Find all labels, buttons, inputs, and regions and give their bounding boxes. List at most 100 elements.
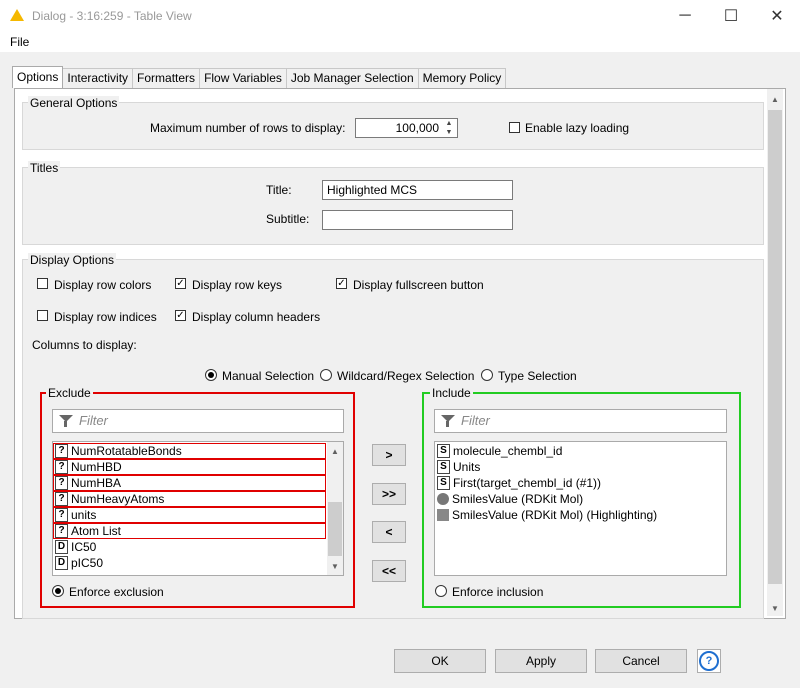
include-item-label: Units	[453, 460, 481, 474]
unknown-type-icon: ?	[55, 492, 68, 506]
ok-button[interactable]: OK	[394, 649, 486, 673]
include-title: Include	[430, 386, 473, 400]
exclude-item-label: NumHeavyAtoms	[71, 492, 165, 506]
tab-memory-policy[interactable]: Memory Policy	[417, 68, 507, 88]
exclude-filter-input[interactable]: Filter	[52, 409, 344, 433]
minimize-button[interactable]: ─	[662, 0, 708, 32]
max-rows-label: Maximum number of rows to display:	[150, 121, 346, 135]
unknown-type-icon: ?	[55, 444, 68, 458]
exclude-list-items: ? NumRotatableBonds ? NumHBD ? NumHBA ? NumH…	[53, 443, 326, 571]
exclude-title: Exclude	[46, 386, 93, 400]
include-list-item[interactable]: SmilesValue (RDKit Mol)	[435, 491, 725, 507]
double-type-icon: D	[55, 540, 68, 554]
exclude-item-label: units	[71, 508, 97, 522]
tab-options[interactable]: Options	[12, 66, 64, 88]
include-filter-input[interactable]: Filter	[434, 409, 727, 433]
lazy-loading-label: Enable lazy loading	[525, 121, 630, 135]
unknown-type-icon: ?	[55, 524, 68, 538]
menu-bar	[0, 32, 800, 52]
tab-job-manager-selection[interactable]: Job Manager Selection	[285, 68, 419, 88]
display-options-title: Display Options	[28, 253, 117, 267]
enforce-exclusion-label: Enforce exclusion	[69, 585, 164, 599]
exclude-list-item[interactable]: ? units	[53, 507, 326, 523]
type-selection-label: Type Selection	[498, 369, 577, 383]
scroll-down-icon[interactable]: ▼	[767, 600, 783, 616]
tab-bar: Options Interactivity Formatters Flow Va…	[12, 66, 507, 88]
string-type-icon: S	[437, 460, 450, 474]
exclude-scroll-down-icon[interactable]: ▼	[327, 558, 343, 574]
enforce-inclusion-radio[interactable]	[435, 585, 447, 597]
tab-formatters[interactable]: Formatters	[132, 68, 201, 88]
include-list-item[interactable]: Smolecule_chembl_id	[435, 443, 725, 459]
knime-app-icon	[10, 9, 24, 21]
title-label: Title:	[266, 183, 292, 197]
subtitle-label: Subtitle:	[266, 212, 310, 226]
scroll-up-icon[interactable]: ▲	[767, 91, 783, 107]
include-list-item[interactable]: SmilesValue (RDKit Mol) (Highlighting)	[435, 507, 725, 523]
manual-selection-radio[interactable]	[205, 369, 217, 381]
fullscreen-label: Display fullscreen button	[353, 278, 484, 292]
exclude-list-item[interactable]: ? NumHeavyAtoms	[53, 491, 326, 507]
remove-button[interactable]: <	[372, 521, 406, 543]
exclude-item-label: NumHBD	[71, 460, 122, 474]
fullscreen-checkbox[interactable]: ✓	[336, 278, 347, 289]
wildcard-selection-label: Wildcard/Regex Selection	[337, 369, 475, 383]
exclude-item-label: NumHBA	[71, 476, 122, 490]
rdkit-highlighting-icon	[437, 509, 449, 521]
max-rows-spinner-icon[interactable]: ▲ ▼	[442, 119, 456, 137]
exclude-list-item[interactable]: D IC50	[53, 539, 326, 555]
exclude-item-label: IC50	[71, 540, 97, 554]
row-indices-checkbox[interactable]	[37, 310, 48, 321]
column-headers-checkbox[interactable]: ✓	[175, 310, 186, 321]
unknown-type-icon: ?	[55, 508, 68, 522]
double-type-icon: D	[55, 556, 68, 570]
exclude-list-item[interactable]: ? NumHBA	[53, 475, 326, 491]
include-item-label: SmilesValue (RDKit Mol) (Highlighting)	[452, 508, 658, 522]
apply-button[interactable]: Apply	[495, 649, 587, 673]
exclude-scroll-up-icon[interactable]: ▲	[327, 443, 343, 459]
cancel-button[interactable]: Cancel	[595, 649, 687, 673]
row-colors-checkbox[interactable]	[37, 278, 48, 289]
exclude-list-item[interactable]: ? NumHBD	[53, 459, 326, 475]
include-filter-icon-stem	[446, 421, 449, 427]
tab-flow-variables[interactable]: Flow Variables	[199, 68, 287, 88]
unknown-type-icon: ?	[55, 460, 68, 474]
enforce-inclusion-label: Enforce inclusion	[452, 585, 544, 599]
unknown-type-icon: ?	[55, 476, 68, 490]
include-item-label: molecule_chembl_id	[453, 444, 563, 458]
subtitle-input[interactable]	[322, 210, 513, 230]
row-colors-label: Display row colors	[54, 278, 152, 292]
columns-to-display-label: Columns to display:	[32, 338, 137, 352]
column-headers-label: Display column headers	[192, 310, 321, 324]
rdkit-mol-icon	[437, 493, 449, 505]
tab-interactivity[interactable]: Interactivity	[62, 68, 134, 88]
menu-file[interactable]: File	[10, 35, 29, 49]
remove-all-button[interactable]: <<	[372, 560, 406, 582]
include-item-label: First(target_chembl_id (#1))	[453, 476, 602, 490]
include-list-items: Smolecule_chembl_id S Units S First(target…	[435, 443, 725, 523]
titles-title: Titles	[28, 161, 61, 175]
help-button[interactable]: ?	[697, 649, 721, 673]
exclude-list-item[interactable]: ? NumRotatableBonds	[53, 443, 326, 459]
add-all-button[interactable]: >>	[372, 483, 406, 505]
add-button[interactable]: >	[372, 444, 406, 466]
exclude-scroll-thumb[interactable]	[328, 502, 342, 556]
scroll-thumb[interactable]	[768, 110, 782, 584]
row-keys-checkbox[interactable]: ✓	[175, 278, 186, 289]
include-list-item[interactable]: S First(target_chembl_id (#1))	[435, 475, 725, 491]
exclude-list-item[interactable]: ? Atom List	[53, 523, 326, 539]
lazy-loading-checkbox[interactable]	[509, 122, 520, 133]
wildcard-selection-radio[interactable]	[320, 369, 332, 381]
close-button[interactable]: ✕	[754, 0, 800, 32]
exclude-item-label: Atom List	[71, 524, 122, 538]
titles-group	[22, 167, 764, 245]
string-type-icon: S	[437, 444, 450, 458]
string-type-icon: S	[437, 476, 450, 490]
title-input[interactable]: Highlighted MCS	[322, 180, 513, 200]
exclude-list-item[interactable]: DpIC50	[53, 555, 326, 571]
row-indices-label: Display row indices	[54, 310, 157, 324]
type-selection-radio[interactable]	[481, 369, 493, 381]
maximize-button[interactable]: ☐	[708, 0, 754, 32]
enforce-exclusion-radio[interactable]	[52, 585, 64, 597]
include-list-item[interactable]: S Units	[435, 459, 725, 475]
